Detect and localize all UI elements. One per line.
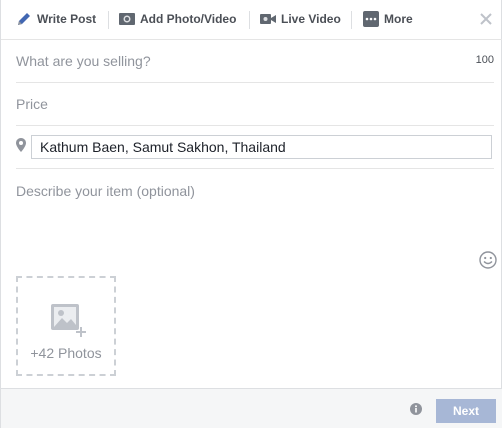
tab-divider [108,11,109,29]
tab-label: Live Video [281,12,341,26]
location-pin-icon [16,138,26,152]
price-field[interactable]: Price [16,83,494,126]
tab-divider [249,11,250,29]
video-camera-icon [260,14,276,24]
tab-label: More [384,12,413,26]
more-icon [363,11,379,27]
emoji-icon[interactable] [479,251,497,269]
info-icon[interactable] [410,403,422,415]
title-char-counter: 100 [475,54,494,66]
location-input[interactable]: Kathum Baen, Samut Sakhon, Thailand [31,135,492,159]
close-icon[interactable] [477,10,495,28]
tab-label: Add Photo/Video [140,12,237,26]
tab-live-video[interactable]: Live Video [260,0,341,38]
tab-add-photo-video[interactable]: Add Photo/Video [119,0,236,38]
camera-icon [119,13,135,25]
price-placeholder: Price [16,96,48,112]
add-photos-tile[interactable]: +42 Photos [16,276,116,376]
title-placeholder: What are you selling? [16,53,151,69]
divider [16,168,494,169]
add-photo-icon [51,304,86,337]
composer-footer: Next [1,388,502,428]
tab-more[interactable]: More [363,0,413,38]
pencil-icon [18,13,30,25]
tab-label: Write Post [37,12,97,26]
composer-tabs: Write Post Add Photo/Video Live Video Mo… [1,0,502,40]
tab-divider [351,11,352,29]
title-field[interactable]: What are you selling? 100 [16,40,494,83]
sell-composer: Write Post Add Photo/Video Live Video Mo… [0,0,502,428]
tab-write-post[interactable]: Write Post [16,0,96,38]
photo-count-label: +42 Photos [30,345,102,361]
description-field[interactable]: Describe your item (optional) [16,183,195,199]
next-button[interactable]: Next [436,399,496,423]
